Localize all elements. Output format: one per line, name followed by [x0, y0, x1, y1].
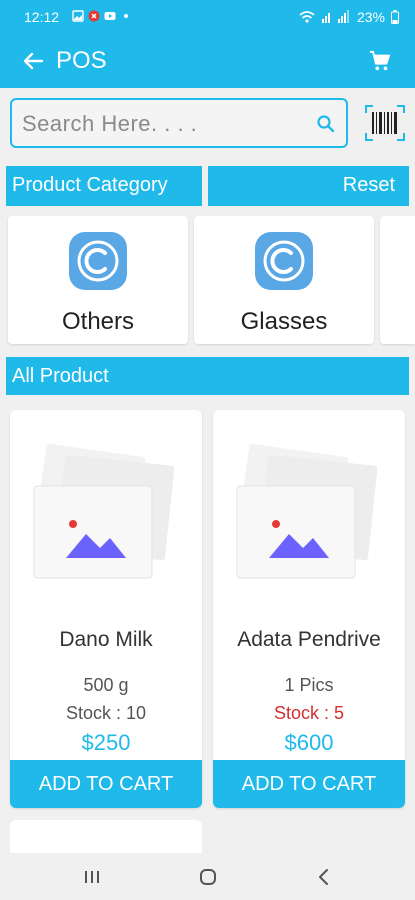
- barcode-icon[interactable]: [364, 104, 406, 142]
- status-bar: 12:12 23%: [0, 0, 415, 34]
- product-price: $250: [81, 730, 131, 755]
- category-list[interactable]: Others Glasses: [0, 216, 415, 344]
- category-card-partial[interactable]: [380, 216, 415, 344]
- notification-icons: [72, 10, 132, 22]
- search-icon[interactable]: [316, 114, 336, 134]
- battery-percent: 23%: [356, 9, 385, 25]
- system-nav-bar: [0, 853, 415, 900]
- all-product-title: All Product: [12, 365, 109, 387]
- add-to-cart-button[interactable]: ADD TO CART: [10, 760, 202, 808]
- product-card[interactable]: Adata Pendrive 1 Pics Stock : 5 $600 ADD…: [213, 410, 405, 808]
- product-stock: Stock : 5: [273, 703, 345, 723]
- category-card-others[interactable]: Others: [8, 216, 188, 344]
- back-arrow-icon[interactable]: [20, 48, 46, 74]
- category-card-glasses[interactable]: Glasses: [194, 216, 374, 344]
- product-category-title: Product Category: [12, 174, 168, 196]
- page-title: POS: [56, 47, 107, 74]
- signal-icon: [321, 10, 349, 23]
- dot-icon: [124, 14, 128, 18]
- product-category-header: Product Category: [6, 166, 202, 206]
- gallery-notification-icon: [72, 10, 84, 22]
- product-unit: 500 g: [83, 675, 129, 695]
- product-name: Dano Milk: [59, 628, 153, 651]
- home-icon[interactable]: [198, 867, 218, 887]
- search-input[interactable]: [22, 110, 302, 138]
- battery-icon: [391, 10, 399, 24]
- product-card[interactable]: Dano Milk 500 g Stock : 10 $250 ADD TO C…: [10, 410, 202, 808]
- reset-label: Reset: [342, 174, 395, 196]
- error-notification-icon: [88, 10, 100, 22]
- category-name: Others: [61, 308, 135, 335]
- product-name: Adata Pendrive: [237, 628, 381, 651]
- search-box[interactable]: [10, 98, 348, 148]
- status-right: 23%: [299, 9, 399, 25]
- status-time: 12:12: [24, 9, 60, 25]
- product-stock: Stock : 10: [65, 703, 147, 723]
- add-to-cart-button[interactable]: ADD TO CART: [213, 760, 405, 808]
- youtube-notification-icon: [104, 12, 116, 20]
- app-bar: POS: [0, 34, 415, 88]
- product-price: $600: [284, 730, 334, 755]
- category-icon: [255, 232, 313, 290]
- reset-button[interactable]: Reset: [208, 166, 409, 206]
- image-placeholder-icon: [33, 443, 175, 579]
- all-product-header: All Product: [6, 357, 409, 395]
- category-icon: [69, 232, 127, 290]
- category-name: Glasses: [240, 308, 328, 335]
- back-nav-icon[interactable]: [314, 867, 334, 887]
- product-unit: 1 Pics: [284, 675, 334, 695]
- wifi-icon: [299, 11, 315, 23]
- image-placeholder-icon: [236, 443, 378, 579]
- cart-icon[interactable]: [369, 50, 391, 72]
- recent-apps-icon[interactable]: [82, 867, 102, 887]
